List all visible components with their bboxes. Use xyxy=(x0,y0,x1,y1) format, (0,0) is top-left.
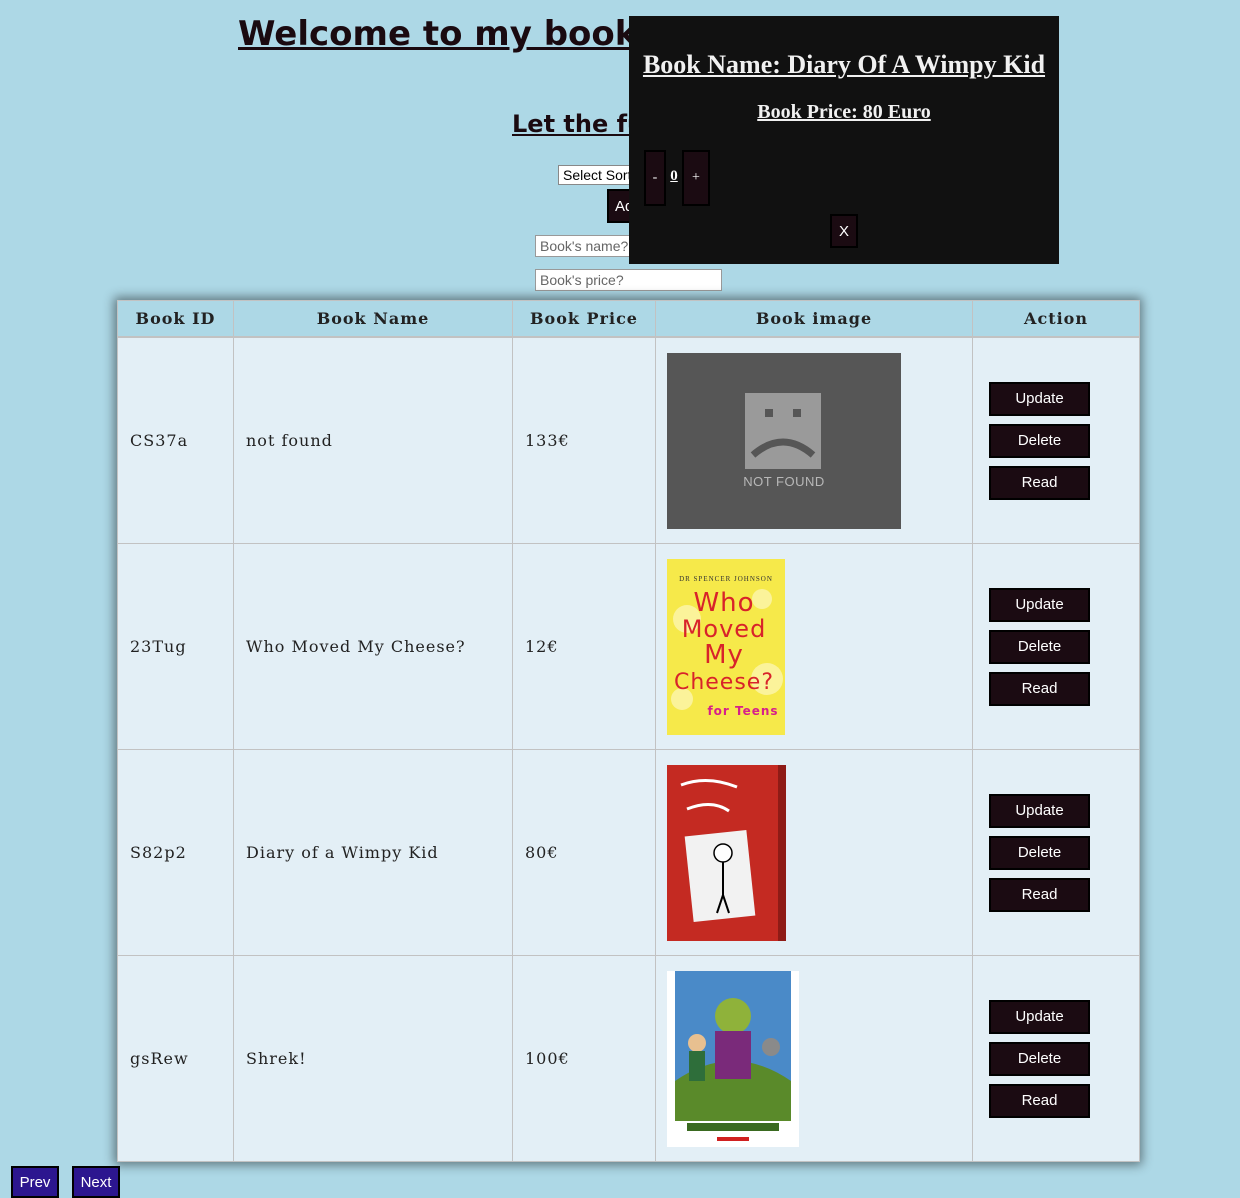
header-action: Action xyxy=(972,300,1140,338)
action-cell: Update Delete Read xyxy=(972,955,1140,1162)
delete-button[interactable]: Delete xyxy=(989,835,1090,870)
books-table: Book ID Book Name Book Price Book image … xyxy=(117,300,1140,1162)
table-header-row: Book ID Book Name Book Price Book image … xyxy=(117,300,1140,338)
book-id-cell: 23Tug xyxy=(117,543,234,750)
book-id-cell: S82p2 xyxy=(117,749,234,956)
modal-book-name: Book Name: Diary Of A Wimpy Kid xyxy=(642,50,1046,79)
update-button[interactable]: Update xyxy=(989,587,1090,622)
book-price-cell: 100€ xyxy=(512,955,656,1162)
book-image-cell: NOT FOUND xyxy=(655,336,973,544)
table-row: gsRew Shrek! 100€ Update Delete Read xyxy=(117,955,1140,1162)
svg-text:Moved: Moved xyxy=(682,615,767,643)
book-name-cell: Who Moved My Cheese? xyxy=(233,543,513,750)
prev-page-button[interactable]: Prev xyxy=(11,1166,59,1198)
header-book-image: Book image xyxy=(655,300,973,338)
svg-text:Who: Who xyxy=(693,588,754,618)
svg-text:Cheese?: Cheese? xyxy=(674,670,774,695)
read-button[interactable]: Read xyxy=(989,1083,1090,1118)
book-image-cell: DR SPENCER JOHNSON Who Moved My Cheese? … xyxy=(655,543,973,750)
book-price-cell: 12€ xyxy=(512,543,656,750)
delete-button[interactable]: Delete xyxy=(989,1041,1090,1076)
book-image-cell xyxy=(655,955,973,1162)
book-name-cell: not found xyxy=(233,336,513,544)
header-book-name: Book Name xyxy=(233,300,513,338)
close-modal-button[interactable]: X xyxy=(830,214,858,248)
svg-text:My: My xyxy=(704,640,744,670)
books-table-container: Book ID Book Name Book Price Book image … xyxy=(117,300,1140,1162)
action-cell: Update Delete Read xyxy=(972,749,1140,956)
update-button[interactable]: Update xyxy=(989,381,1090,416)
header-book-price: Book Price xyxy=(512,300,656,338)
cover-author: DR SPENCER JOHNSON xyxy=(679,575,773,583)
read-button[interactable]: Read xyxy=(989,465,1090,500)
delete-button[interactable]: Delete xyxy=(989,423,1090,458)
not-found-caption: NOT FOUND xyxy=(743,473,825,489)
book-price-cell: 133€ xyxy=(512,336,656,544)
update-button[interactable]: Update xyxy=(989,793,1090,828)
not-found-image: NOT FOUND xyxy=(667,352,901,529)
book-id-cell: CS37a xyxy=(117,336,234,544)
action-cell: Update Delete Read xyxy=(972,543,1140,750)
delete-button[interactable]: Delete xyxy=(989,629,1090,664)
update-button[interactable]: Update xyxy=(989,999,1090,1034)
decrease-quantity-button[interactable]: - xyxy=(644,150,666,206)
read-button[interactable]: Read xyxy=(989,671,1090,706)
svg-text:for Teens: for Teens xyxy=(707,704,778,718)
next-page-button[interactable]: Next xyxy=(72,1166,120,1198)
read-button[interactable]: Read xyxy=(989,877,1090,912)
shrek-book-cover xyxy=(667,970,799,1147)
book-price-cell: 80€ xyxy=(512,749,656,956)
cheese-book-cover: DR SPENCER JOHNSON Who Moved My Cheese? … xyxy=(667,558,785,735)
header-book-id: Book ID xyxy=(117,300,234,338)
book-id-cell: gsRew xyxy=(117,955,234,1162)
sad-face-icon xyxy=(745,392,821,469)
table-row: CS37a not found 133€ NOT FOUND Update De… xyxy=(117,336,1140,544)
table-row: 23Tug Who Moved My Cheese? 12€ DR SPENCE… xyxy=(117,543,1140,750)
increase-quantity-button[interactable]: + xyxy=(682,150,710,206)
book-price-input[interactable] xyxy=(535,269,722,291)
modal-book-price: Book Price: 80 Euro xyxy=(757,101,931,123)
table-row: S82p2 Diary of a Wimpy Kid 80€ Update De… xyxy=(117,749,1140,956)
wimpy-kid-book-cover xyxy=(667,764,786,941)
quantity-value: 0 xyxy=(670,168,678,184)
book-name-cell: Shrek! xyxy=(233,955,513,1162)
book-image-cell xyxy=(655,749,973,956)
book-detail-modal: Book Name: Diary Of A Wimpy Kid Book Pri… xyxy=(629,16,1059,264)
book-name-cell: Diary of a Wimpy Kid xyxy=(233,749,513,956)
action-cell: Update Delete Read xyxy=(972,336,1140,544)
